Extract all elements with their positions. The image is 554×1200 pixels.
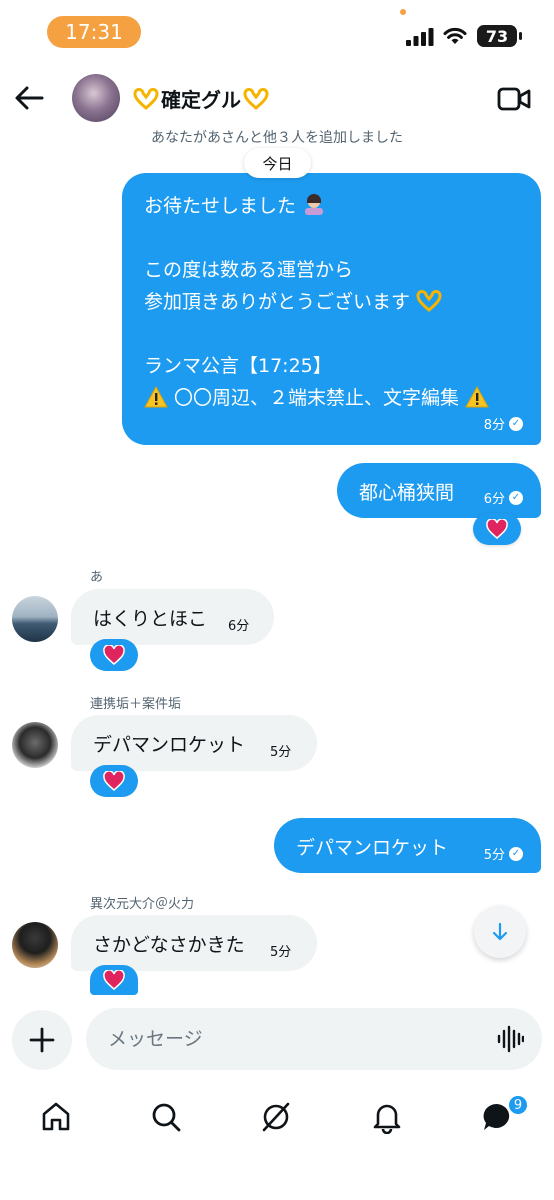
message-line: この度は数ある運営から bbox=[144, 259, 354, 281]
bowing-person-emoji-icon bbox=[305, 194, 324, 215]
message-text: デパマンロケット bbox=[93, 734, 246, 756]
sender-name: 連携垢＋案件垢 bbox=[90, 697, 182, 712]
message-input[interactable] bbox=[86, 1008, 542, 1070]
outgoing-message-bubble[interactable]: 都心桶狭間 6分 ✓ bbox=[337, 463, 541, 518]
messages-badge: 9 bbox=[507, 1094, 529, 1116]
battery-indicator: 73 bbox=[477, 25, 517, 47]
privacy-indicator-dot bbox=[400, 9, 406, 15]
heart-reaction[interactable] bbox=[90, 965, 138, 995]
message-line: ランマ公言【17:25】 bbox=[144, 355, 332, 377]
message-time: 5分 bbox=[483, 848, 505, 863]
heart-icon bbox=[103, 970, 125, 990]
message-line: お待たせしました bbox=[144, 191, 326, 218]
sender-name: あ bbox=[90, 570, 104, 585]
system-message: あなたがあさんと他３人を追加しました bbox=[151, 130, 403, 146]
incoming-message-bubble[interactable]: デパマンロケット 5分 bbox=[71, 715, 317, 771]
search-icon[interactable] bbox=[149, 1100, 183, 1134]
warning-emoji-icon bbox=[465, 385, 489, 408]
heart-hands-emoji-icon bbox=[243, 87, 269, 110]
date-divider: 今日 bbox=[244, 148, 311, 178]
incoming-message-bubble[interactable]: はくりとほこ 6分 bbox=[71, 589, 274, 645]
incoming-message-bubble[interactable]: さかどなさかきた 5分 bbox=[71, 915, 317, 971]
add-attachment-button[interactable] bbox=[12, 1010, 72, 1070]
message-meta: 8分 ✓ bbox=[484, 414, 523, 433]
plus-icon bbox=[29, 1027, 55, 1053]
voice-message-icon[interactable] bbox=[496, 1025, 524, 1053]
back-arrow-button[interactable] bbox=[12, 82, 46, 114]
message-time: 6分 bbox=[228, 619, 250, 634]
battery-nub bbox=[519, 32, 522, 40]
heart-reaction[interactable] bbox=[473, 513, 521, 545]
heart-icon bbox=[103, 771, 125, 791]
group-avatar[interactable] bbox=[72, 74, 120, 122]
user-avatar[interactable] bbox=[12, 922, 58, 968]
message-time: 5分 bbox=[270, 945, 292, 960]
message-time: 5分 bbox=[270, 745, 292, 760]
group-title[interactable]: 確定グル bbox=[133, 84, 269, 113]
message-text: はくりとほこ bbox=[93, 608, 208, 630]
outgoing-message-bubble[interactable]: お待たせしました この度は数ある運営から 参加頂きありがとうございます ランマ公… bbox=[122, 173, 541, 445]
cellular-signal-icon bbox=[406, 28, 434, 46]
heart-reaction[interactable] bbox=[90, 639, 138, 671]
heart-hands-emoji-icon bbox=[416, 290, 442, 312]
grok-icon[interactable] bbox=[259, 1100, 293, 1134]
message-line: 〇〇周辺、２端末禁止、文字編集 bbox=[144, 383, 489, 410]
message-line: 参加頂きありがとうございます bbox=[144, 287, 442, 314]
group-title-text: 確定グル bbox=[161, 88, 241, 112]
message-text: さかどなさかきた bbox=[93, 934, 245, 956]
status-time: 17:31 bbox=[47, 16, 141, 48]
heart-icon bbox=[103, 645, 125, 665]
video-call-icon[interactable] bbox=[497, 86, 531, 112]
scroll-to-bottom-button[interactable] bbox=[474, 906, 526, 958]
message-time: 6分 bbox=[483, 492, 505, 507]
message-meta: 5分 ✓ bbox=[484, 844, 523, 863]
heart-icon bbox=[486, 519, 508, 539]
wifi-icon bbox=[443, 27, 467, 44]
notifications-icon[interactable] bbox=[370, 1100, 404, 1134]
user-avatar[interactable] bbox=[12, 596, 58, 642]
user-avatar[interactable] bbox=[12, 722, 58, 768]
home-icon[interactable] bbox=[39, 1100, 73, 1134]
message-text: デパマンロケット bbox=[296, 837, 449, 859]
heart-reaction[interactable] bbox=[90, 765, 138, 797]
message-time: 8分 bbox=[483, 418, 505, 433]
read-check-icon: ✓ bbox=[509, 846, 523, 861]
heart-hands-emoji-icon bbox=[133, 87, 159, 110]
message-text: 都心桶狭間 bbox=[359, 482, 455, 504]
warning-emoji-icon bbox=[144, 385, 168, 408]
message-meta: 6分 ✓ bbox=[484, 488, 523, 507]
outgoing-message-bubble[interactable]: デパマンロケット 5分 ✓ bbox=[274, 818, 541, 873]
arrow-down-icon bbox=[492, 922, 508, 941]
read-check-icon: ✓ bbox=[509, 490, 523, 505]
read-check-icon: ✓ bbox=[509, 416, 523, 431]
sender-name: 異次元大介＠火力 bbox=[90, 897, 195, 912]
